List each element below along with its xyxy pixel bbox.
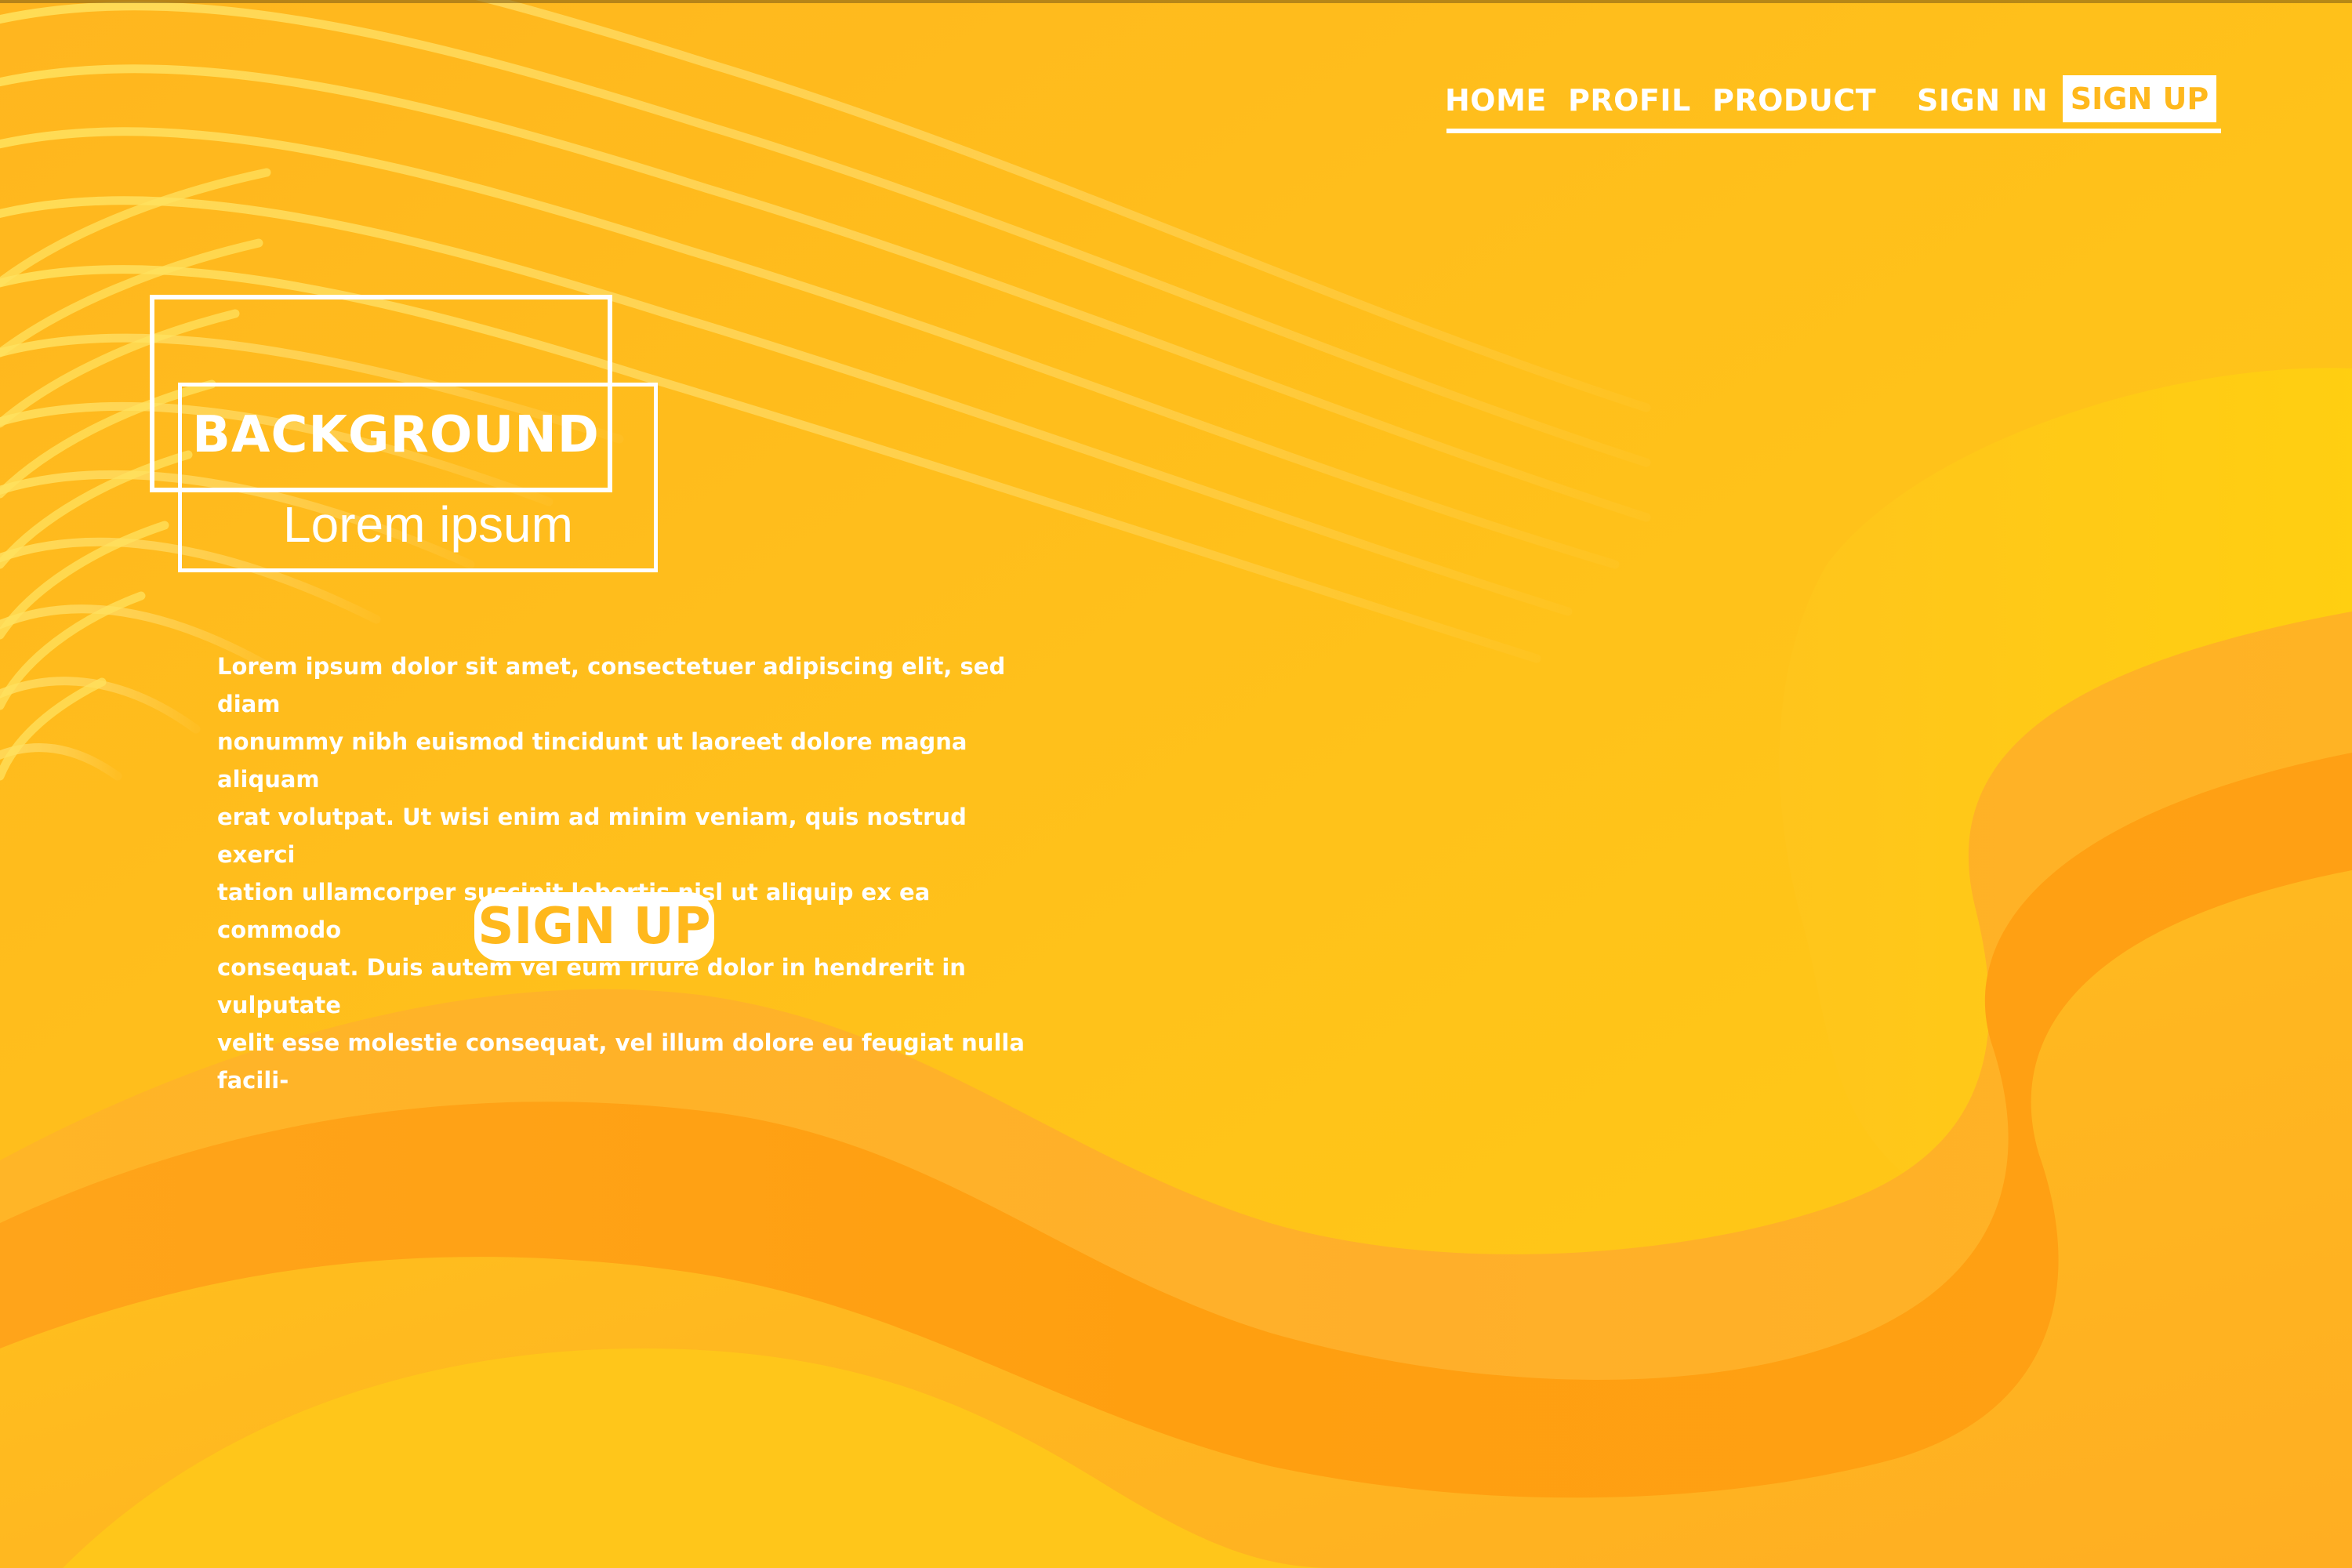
nav-sign-up-button[interactable]: SIGN UP	[2063, 75, 2216, 122]
hero-subtitle: Lorem ipsum	[283, 496, 573, 553]
hero-body-text: Lorem ipsum dolor sit amet, consectetuer…	[217, 653, 1025, 1094]
nav-sign-in-link[interactable]: SIGN IN	[1917, 72, 2048, 129]
hero-sign-up-button[interactable]: SIGN UP	[474, 892, 714, 961]
top-border	[0, 0, 2352, 3]
hero-title: BACKGROUND	[192, 406, 600, 464]
nav-home-link[interactable]: HOME	[1445, 72, 1547, 129]
top-navigation: HOME PROFIL PRODUCT SIGN IN SIGN UP	[1445, 72, 2221, 135]
landing-page: HOME PROFIL PRODUCT SIGN IN SIGN UP BACK…	[0, 0, 2352, 1568]
nav-product-link[interactable]: PRODUCT	[1712, 72, 1876, 129]
nav-profil-link[interactable]: PROFIL	[1568, 72, 1691, 129]
nav-underline	[1446, 129, 2221, 133]
